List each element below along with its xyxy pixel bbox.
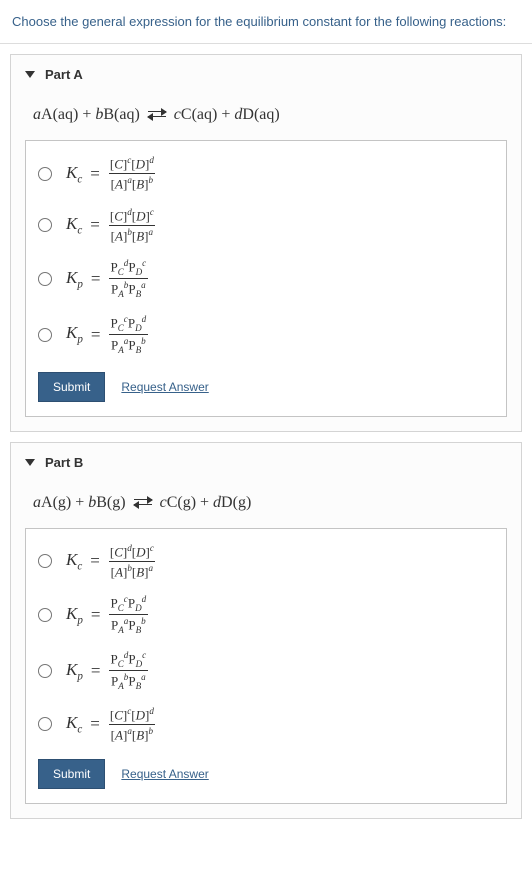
part-a-request-answer-link[interactable]: Request Answer: [121, 380, 208, 394]
part-a-block: Part A aA(aq) + bB(aq) cC(aq) + dD(aq) K…: [10, 54, 522, 432]
part-a-header[interactable]: Part A: [11, 55, 521, 94]
instruction-text: Choose the general expression for the eq…: [0, 0, 532, 44]
part-a-option-1-expr: Kc = [C]c[D]d [A]a[B]b: [66, 155, 156, 193]
part-b-submit-button[interactable]: Submit: [38, 759, 105, 789]
part-b-header[interactable]: Part B: [11, 443, 521, 482]
chevron-down-icon: [25, 71, 35, 78]
part-b-option-3-expr: Kp = PCdPDc PAbPBa: [66, 650, 148, 692]
part-a-buttons: Submit Request Answer: [38, 370, 494, 406]
part-a-option-1[interactable]: Kc = [C]c[D]d [A]a[B]b: [38, 155, 494, 193]
part-b-option-2[interactable]: Kp = PCcPDd PAaPBb: [38, 594, 494, 636]
part-b-block: Part B aA(g) + bB(g) cC(g) + dD(g) Kc = …: [10, 442, 522, 820]
part-a-radio-4[interactable]: [38, 328, 52, 342]
part-a-submit-button[interactable]: Submit: [38, 372, 105, 402]
part-a-option-3[interactable]: Kp = PCdPDc PAbPBa: [38, 258, 494, 300]
part-a-radio-3[interactable]: [38, 272, 52, 286]
part-b-option-1[interactable]: Kc = [C]d[D]c [A]b[B]a: [38, 543, 494, 581]
part-b-radio-3[interactable]: [38, 664, 52, 678]
equilibrium-arrow-icon: [134, 497, 152, 507]
part-b-radio-2[interactable]: [38, 608, 52, 622]
part-a-option-4[interactable]: Kp = PCcPDd PAaPBb: [38, 314, 494, 356]
part-a-option-4-expr: Kp = PCcPDd PAaPBb: [66, 314, 148, 356]
part-b-options: Kc = [C]d[D]c [A]b[B]a Kp = PCcPDd PAaPB…: [25, 528, 507, 805]
part-a-radio-1[interactable]: [38, 167, 52, 181]
part-a-option-2-expr: Kc = [C]d[D]c [A]b[B]a: [66, 207, 156, 245]
part-a-radio-2[interactable]: [38, 218, 52, 232]
part-b-option-4[interactable]: Kc = [C]c[D]d [A]a[B]b: [38, 706, 494, 744]
part-a-option-3-expr: Kp = PCdPDc PAbPBa: [66, 258, 148, 300]
equilibrium-arrow-icon: [148, 109, 166, 119]
part-b-radio-1[interactable]: [38, 554, 52, 568]
part-a-title: Part A: [45, 67, 83, 82]
part-b-option-4-expr: Kc = [C]c[D]d [A]a[B]b: [66, 706, 156, 744]
chevron-down-icon: [25, 459, 35, 466]
part-b-reaction: aA(g) + bB(g) cC(g) + dD(g): [11, 482, 521, 528]
part-b-option-2-expr: Kp = PCcPDd PAaPBb: [66, 594, 148, 636]
part-a-reaction: aA(aq) + bB(aq) cC(aq) + dD(aq): [11, 94, 521, 140]
part-b-option-1-expr: Kc = [C]d[D]c [A]b[B]a: [66, 543, 156, 581]
part-b-radio-4[interactable]: [38, 717, 52, 731]
part-b-request-answer-link[interactable]: Request Answer: [121, 767, 208, 781]
part-a-options: Kc = [C]c[D]d [A]a[B]b Kc = [C]d[D]c [A]…: [25, 140, 507, 417]
part-b-title: Part B: [45, 455, 83, 470]
part-a-option-2[interactable]: Kc = [C]d[D]c [A]b[B]a: [38, 207, 494, 245]
part-b-option-3[interactable]: Kp = PCdPDc PAbPBa: [38, 650, 494, 692]
part-b-buttons: Submit Request Answer: [38, 757, 494, 793]
